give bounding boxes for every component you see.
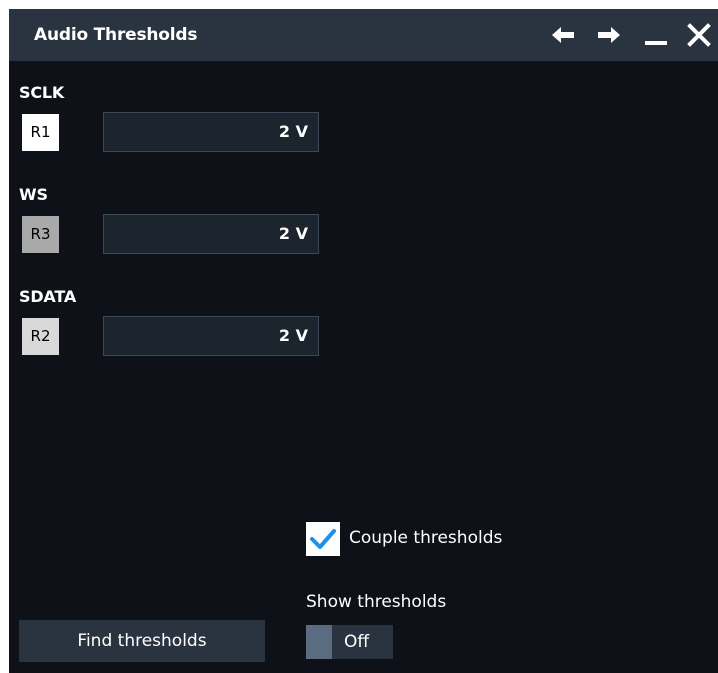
close-icon[interactable]	[686, 23, 712, 47]
title-bar[interactable]: Audio Thresholds	[9, 9, 718, 61]
sclk-source-button[interactable]: R1	[22, 114, 59, 151]
show-thresholds-toggle[interactable]: Off	[306, 625, 393, 659]
ws-source-button[interactable]: R3	[22, 216, 59, 253]
ws-threshold-field[interactable]: 2 V	[103, 214, 319, 254]
sdata-source-button[interactable]: R2	[22, 318, 59, 355]
couple-thresholds-checkbox[interactable]	[306, 522, 340, 556]
toggle-state: Off	[344, 632, 370, 652]
find-thresholds-button[interactable]: Find thresholds	[19, 620, 265, 662]
sdata-threshold-field[interactable]: 2 V	[103, 316, 319, 356]
ws-label: WS	[19, 185, 48, 204]
sclk-label: SCLK	[19, 83, 65, 102]
couple-thresholds-label: Couple thresholds	[349, 528, 503, 548]
arrow-left-icon[interactable]	[550, 23, 576, 47]
dialog-title: Audio Thresholds	[34, 25, 198, 45]
minimize-icon[interactable]	[643, 23, 669, 47]
audio-thresholds-dialog: Audio Thresholds SCLK R1 2 V WS R3 2 V S…	[9, 9, 718, 673]
sclk-threshold-field[interactable]: 2 V	[103, 112, 319, 152]
show-thresholds-label: Show thresholds	[306, 592, 447, 612]
sdata-label: SDATA	[19, 287, 77, 306]
toggle-knob	[306, 625, 332, 659]
checkmark-icon	[310, 529, 336, 549]
arrow-right-icon[interactable]	[596, 23, 622, 47]
